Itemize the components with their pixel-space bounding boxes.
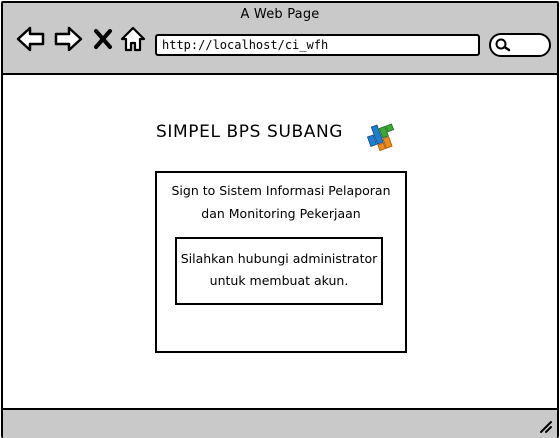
search-icon xyxy=(495,38,511,52)
notice-box: Silahkan hubungi administrator untuk mem… xyxy=(175,237,383,305)
window-title: A Web Page xyxy=(240,7,320,22)
notice-line-1: Silahkan hubungi administrator xyxy=(180,251,378,266)
app-title: SIMPEL BPS SUBANG xyxy=(156,122,344,142)
browser-window: A Web Page http://localhost/ci_wfh SIMPE… xyxy=(1,1,559,438)
panel-heading: Sign to Sistem Informasi Pelaporan dan M… xyxy=(157,179,405,225)
back-arrow-icon[interactable] xyxy=(15,25,47,53)
browser-search-box[interactable] xyxy=(489,33,551,57)
home-icon[interactable] xyxy=(119,25,147,53)
status-bar xyxy=(3,408,557,438)
forward-arrow-icon[interactable] xyxy=(52,25,84,53)
address-bar[interactable]: http://localhost/ci_wfh xyxy=(155,34,480,56)
panel-heading-line-2: dan Monitoring Pekerjaan xyxy=(201,206,361,221)
panel-heading-line-1: Sign to Sistem Informasi Pelaporan xyxy=(171,183,391,198)
notice-text: Silahkan hubungi administrator untuk mem… xyxy=(177,248,381,292)
notice-line-2: untuk membuat akun. xyxy=(209,273,349,288)
resize-grip-icon[interactable] xyxy=(539,420,553,434)
page-content: SIMPEL BPS SUBANG Sign to Sistem Informa… xyxy=(3,75,557,408)
bps-logo xyxy=(366,123,395,152)
browser-titlebar: A Web Page http://localhost/ci_wfh xyxy=(3,3,557,75)
login-panel: Sign to Sistem Informasi Pelaporan dan M… xyxy=(155,171,407,353)
close-x-icon[interactable] xyxy=(92,27,114,51)
